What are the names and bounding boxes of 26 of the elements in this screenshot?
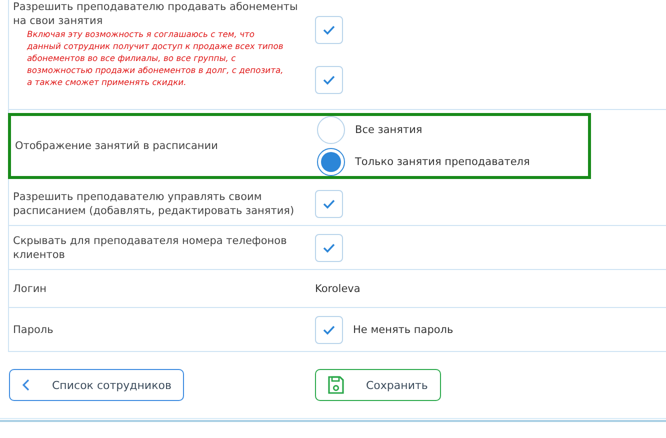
checkbox-label: Не менять пароль (353, 324, 454, 336)
chevron-left-icon (22, 379, 30, 391)
checkmark-icon (323, 74, 335, 84)
checkmark-icon (323, 24, 335, 34)
setting-label: Логин (13, 282, 48, 296)
checkbox[interactable] (315, 190, 343, 218)
login-value: Koroleva (315, 282, 362, 294)
back-button[interactable]: Список сотрудников (9, 369, 184, 401)
warning-note: Включая эту возможность я соглашаюсь с тем, что данный сотрудник получит доступ к продаже всех типов абонементов во все филиалы, во все группы, с возможностью продажи абонементов в долг, с депозита, а также сможет применять скидки. (26, 28, 284, 88)
setting-label: Разрешить преподавателю управлять своим расписанием (добавлять, редактировать занятия) (13, 190, 296, 218)
checkmark-icon (323, 324, 335, 334)
checkbox[interactable] (315, 234, 343, 262)
checkmark-icon (323, 242, 335, 252)
radio-label: Только занятия преподавателя (355, 156, 530, 168)
setting-label: Отображение занятий в расписании (15, 139, 219, 153)
checkmark-icon (323, 198, 335, 208)
checkbox[interactable] (315, 16, 343, 44)
setting-label: Пароль (13, 322, 54, 336)
save-button[interactable]: Сохранить (315, 369, 441, 401)
checkbox[interactable] (315, 66, 343, 94)
radio-button[interactable] (317, 148, 345, 176)
radio-label: Все занятия (355, 124, 422, 136)
radio-button[interactable] (317, 116, 345, 144)
checkbox[interactable] (315, 316, 343, 344)
setting-label: Разрешить преподавателю продавать абонементы на свои занятия (13, 0, 299, 28)
setting-label: Скрывать для преподавателя номера телефонов клиентов (13, 234, 288, 262)
